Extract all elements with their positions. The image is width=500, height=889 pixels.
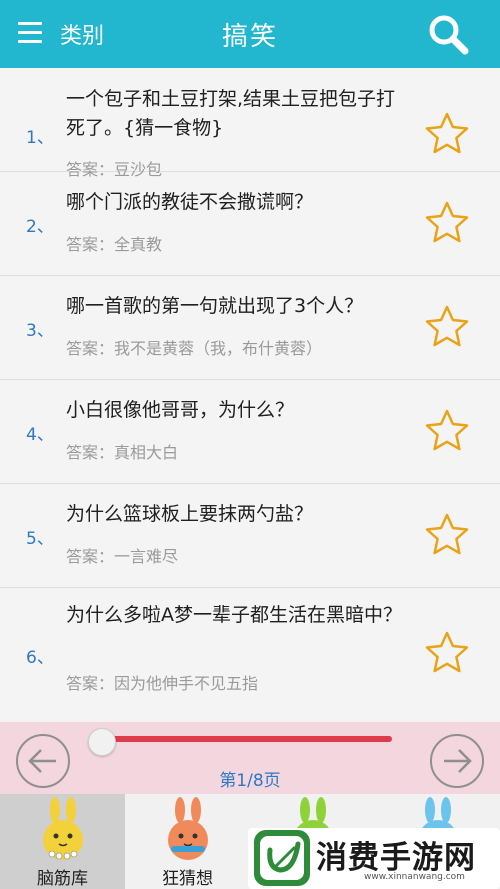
item-number: 6、 [26, 648, 54, 668]
item-answer: 答案：因为他伸手不见五指 [66, 674, 259, 693]
tab-label: 脑筋库 [37, 869, 88, 889]
favorite-star-icon[interactable] [424, 200, 470, 246]
item-question: 小白很像他哥哥，为什么？ [66, 399, 295, 421]
item-number: 3、 [26, 321, 54, 341]
app-header: 类别 搞笑 [0, 0, 500, 68]
search-icon[interactable] [426, 12, 470, 56]
list-item[interactable]: 3、 哪一首歌的第一句就出现了3个人？ 答案：我不是黄蓉（我，布什黄蓉） [0, 276, 500, 380]
list-item[interactable]: 2、 哪个门派的教徒不会撒谎啊？ 答案：全真教 [0, 172, 500, 276]
list-item[interactable]: 5、 为什么篮球板上要抹两勺盐？ 答案：一言难尽 [0, 484, 500, 588]
yellow-bunny-icon [43, 797, 83, 860]
list-item[interactable]: 1、 一个包子和土豆打架,结果土豆把包子打死了。{猜一食物} 答案：豆沙包 [0, 68, 500, 179]
favorite-star-icon[interactable] [424, 408, 470, 454]
item-question: 为什么篮球板上要抹两勺盐？ [66, 503, 314, 525]
pager-bar: 第1/8页 [0, 722, 500, 794]
item-answer: 答案：全真教 [66, 235, 163, 254]
item-number: 5、 [26, 529, 54, 549]
next-page-button[interactable] [430, 734, 484, 788]
item-number: 1、 [26, 128, 54, 148]
category-button[interactable]: 类别 [60, 18, 104, 50]
arrow-right-icon [444, 749, 472, 773]
tab-brain-library[interactable]: 脑筋库 [0, 794, 125, 889]
favorite-star-icon[interactable] [424, 304, 470, 350]
riddle-list[interactable]: 1、 一个包子和土豆打架,结果土豆把包子打死了。{猜一食物} 答案：豆沙包 2、… [0, 68, 500, 722]
tab-crazy-guess[interactable]: 狂猜想 [125, 794, 250, 889]
item-answer: 答案：我不是黄蓉（我，布什黄蓉） [66, 339, 323, 358]
item-number: 4、 [26, 425, 54, 445]
page-slider-track[interactable] [102, 736, 392, 742]
watermark-logo-icon [254, 830, 310, 886]
page-indicator: 第1/8页 [219, 771, 281, 791]
item-answer: 答案：真相大白 [66, 443, 179, 462]
item-answer: 答案：一言难尽 [66, 547, 179, 566]
tab-label: 狂猜想 [162, 869, 213, 889]
watermark-url: www.xinnanwang.com [364, 872, 465, 882]
orange-bunny-icon [168, 797, 208, 860]
favorite-star-icon[interactable] [424, 111, 470, 157]
watermark-text: 消费手游网 [316, 840, 476, 876]
item-number: 2、 [26, 217, 54, 237]
menu-icon[interactable] [18, 22, 42, 44]
item-question: 哪个门派的教徒不会撒谎啊？ [66, 191, 314, 213]
favorite-star-icon[interactable] [424, 512, 470, 558]
item-question: 一个包子和土豆打架,结果土豆把包子打死了。{猜一食物} [66, 88, 396, 139]
favorite-star-icon[interactable] [424, 630, 470, 676]
list-item[interactable]: 4、 小白很像他哥哥，为什么？ 答案：真相大白 [0, 380, 500, 484]
page-slider-handle[interactable] [88, 728, 116, 756]
watermark: 消费手游网 www.xinnanwang.com [248, 828, 500, 889]
item-question: 为什么多啦A梦一辈子都生活在黑暗中？ [66, 604, 402, 626]
item-question: 哪一首歌的第一句就出现了3个人？ [66, 295, 364, 317]
list-item[interactable]: 6、 为什么多啦A梦一辈子都生活在黑暗中？ 答案：因为他伸手不见五指 [0, 588, 500, 693]
